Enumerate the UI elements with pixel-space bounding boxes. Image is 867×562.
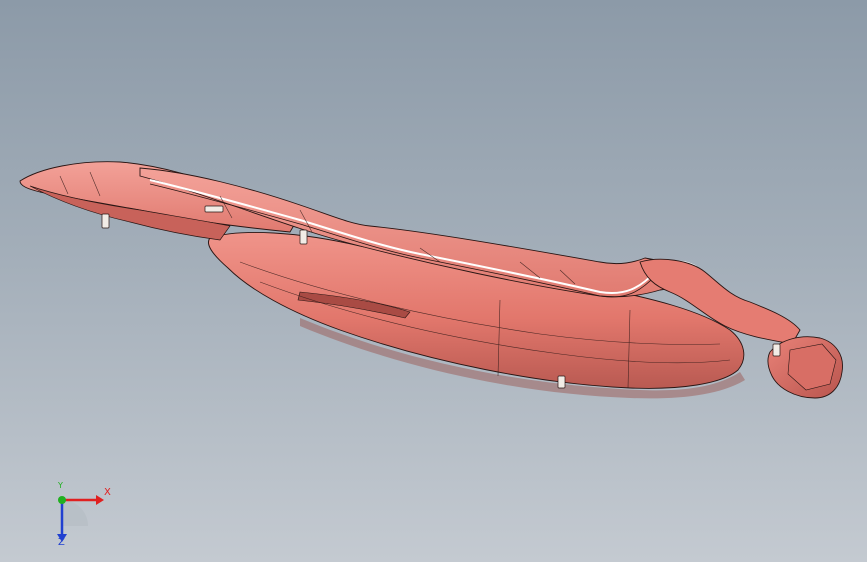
triad-z-label: Z (58, 537, 65, 548)
coordinate-triad: X Y Z (40, 478, 120, 548)
triad-x-label: X (104, 487, 111, 498)
3d-viewport[interactable]: X Y Z (0, 0, 867, 562)
triad-y-label: Y (58, 481, 63, 490)
model-part[interactable] (0, 0, 867, 562)
